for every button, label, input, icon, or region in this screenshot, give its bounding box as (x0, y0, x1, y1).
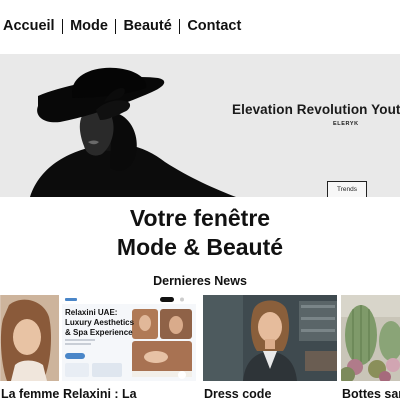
hero-brand: ELERYK (333, 121, 359, 127)
nav-separator (61, 18, 64, 34)
nav-separator (178, 18, 181, 34)
news-cards: La femme : Relaxini UAE: Luxury Aestheti… (0, 295, 400, 400)
trends-button[interactable]: Trends (327, 181, 367, 197)
news-section-heading: Dernieres News (153, 274, 247, 288)
nav-link-mode[interactable]: Mode (70, 18, 108, 34)
nav-link-accueil[interactable]: Accueil (3, 18, 55, 34)
hero-woman-hat-image (0, 54, 240, 197)
office-woman-image (203, 295, 337, 381)
spa-website-screenshot: Relaxini UAE: Luxury Aesthetics & Spa Ex… (62, 295, 196, 381)
nav-link-beaute[interactable]: Beauté (123, 18, 171, 34)
nav-separator (114, 18, 117, 34)
news-card-title: Bottes sans (342, 387, 400, 400)
news-card[interactable]: Relaxini UAE: Luxury Aesthetics & Spa Ex… (62, 295, 196, 400)
hero-title: Elevation Revolution Youth (232, 102, 400, 117)
news-card[interactable]: Dress code (203, 295, 337, 400)
news-card-title: Relaxini : La (63, 387, 137, 400)
spa-screenshot-heading: Relaxini UAE: Luxury Aesthetics & Spa Ex… (65, 308, 135, 338)
page-title-line-2: Mode & Beauté (116, 234, 284, 260)
top-nav: Accueil Mode Beauté Contact (3, 17, 241, 35)
nav-link-contact[interactable]: Contact (187, 18, 241, 34)
spa-heading-line: Luxury Aesthetics (65, 318, 135, 327)
news-card[interactable]: Bottes sans (341, 295, 400, 400)
cactus-plants-image (341, 295, 400, 381)
page-title-line-1: Votre fenêtre (129, 205, 271, 231)
woman-portrait-image (0, 295, 59, 381)
spa-heading-line: & Spa Experience (65, 328, 133, 337)
news-card-title: Dress code (204, 387, 272, 400)
page: Accueil Mode Beauté Contact Elevation Re… (0, 0, 400, 400)
news-card[interactable]: La femme : (0, 295, 67, 400)
spa-heading-line: Relaxini UAE: (65, 308, 118, 317)
page-title: Votre fenêtre Mode & Beauté (0, 204, 400, 262)
news-card-title: La femme : (1, 387, 67, 400)
hero-banner: Elevation Revolution Youth ELERYK Trends (0, 54, 400, 197)
